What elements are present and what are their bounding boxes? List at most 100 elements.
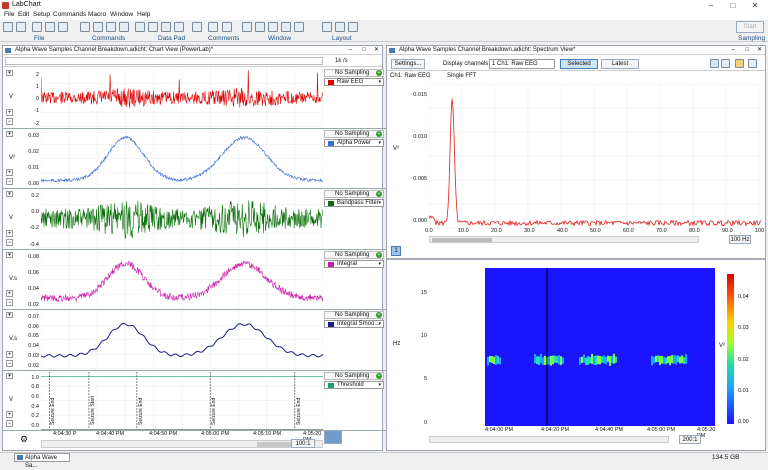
add-icon[interactable]: +: [376, 130, 382, 137]
add-icon[interactable]: +: [376, 251, 382, 258]
channel-select[interactable]: Alpha Power ▾: [324, 138, 384, 147]
menu-commands[interactable]: Commands: [53, 11, 86, 18]
datapad-add-icon[interactable]: [148, 22, 158, 32]
comment-label[interactable]: Seizure End: [138, 398, 144, 425]
channel-select[interactable]: Threshold ▾: [324, 380, 384, 389]
page-tab[interactable]: 1: [391, 246, 401, 256]
channel-select[interactable]: Raw EEG ▾: [324, 78, 384, 86]
chart-start-button[interactable]: [324, 430, 342, 444]
xy-window-icon[interactable]: [281, 22, 291, 32]
comment-label[interactable]: Seizure End: [211, 398, 217, 425]
channel-select[interactable]: Integral ▾: [324, 259, 384, 268]
export-icon[interactable]: [58, 22, 68, 32]
channel-select[interactable]: Bandpass Filter ▾: [324, 199, 384, 207]
spectrum-minimize-icon[interactable]: –: [732, 46, 735, 55]
channel-menu-icon[interactable]: ▾: [6, 130, 13, 137]
scale-down-icon[interactable]: −: [6, 117, 13, 125]
fft-scrollbar[interactable]: [429, 236, 699, 243]
comment-icon[interactable]: [208, 22, 218, 32]
scale-up-icon[interactable]: +: [6, 411, 13, 418]
zoom-ratio[interactable]: 100:1: [291, 439, 315, 448]
start-button[interactable]: Start: [736, 21, 764, 33]
add-icon[interactable]: +: [376, 372, 382, 379]
channel-pane-dropdown[interactable]: [5, 57, 323, 65]
command2-icon[interactable]: [119, 22, 129, 32]
pane-divider[interactable]: [387, 258, 765, 260]
add-icon[interactable]: +: [376, 70, 382, 76]
channel-plot[interactable]: [41, 129, 323, 188]
scale-down-icon[interactable]: −: [6, 359, 13, 367]
zoom-window-icon[interactable]: [268, 22, 278, 32]
sample-rate[interactable]: 1k /s: [335, 58, 348, 64]
spectrum-window-icon[interactable]: [294, 22, 304, 32]
save-icon[interactable]: [32, 22, 42, 32]
channel-plot[interactable]: [41, 311, 323, 369]
datapad-chart-icon[interactable]: [192, 22, 202, 32]
add-comment-icon[interactable]: [222, 22, 232, 32]
scale-down-icon[interactable]: −: [6, 299, 13, 306]
fft-plot[interactable]: [429, 84, 761, 229]
datapad-icon[interactable]: [135, 22, 145, 32]
fft-scroll-thumb[interactable]: [432, 238, 492, 242]
menu-window[interactable]: Window: [110, 11, 133, 18]
spectrum-close-icon[interactable]: ✕: [757, 46, 762, 55]
channel-select[interactable]: 1 Ch1: Raw EEG: [489, 59, 555, 69]
channel-plot[interactable]: [41, 69, 323, 127]
view-toggle-icon[interactable]: [710, 59, 719, 68]
datapad-multi-icon[interactable]: [161, 22, 171, 32]
menu-macro[interactable]: Macro: [88, 11, 106, 18]
channel-plot[interactable]: [41, 371, 323, 430]
datapad-grid-icon[interactable]: [174, 22, 184, 32]
chart-view-close-icon[interactable]: ✕: [374, 46, 379, 55]
comment-label[interactable]: Seizure End: [296, 398, 302, 425]
chart-window-icon[interactable]: [242, 22, 252, 32]
channel-select[interactable]: Integral Smoo... ▾: [324, 320, 384, 328]
view-split-icon[interactable]: [721, 59, 730, 68]
latest-button[interactable]: Latest: [601, 59, 639, 69]
channel-menu-icon[interactable]: ▾: [6, 372, 13, 379]
new-file-icon[interactable]: [3, 22, 13, 32]
taskbar-item[interactable]: Alpha Wave Sa...: [14, 453, 70, 469]
menu-help[interactable]: Help: [137, 11, 150, 18]
layout-grid-icon[interactable]: [322, 22, 332, 32]
channel-menu-icon[interactable]: ▾: [6, 70, 13, 76]
macro-icon[interactable]: [93, 22, 103, 32]
scale-up-icon[interactable]: +: [6, 169, 13, 176]
layout-split-icon[interactable]: [335, 22, 345, 32]
menu-setup[interactable]: Setup: [33, 11, 50, 18]
channel-menu-icon[interactable]: ▾: [6, 251, 13, 258]
menu-file[interactable]: File: [4, 11, 14, 18]
channel-plot[interactable]: [41, 250, 323, 309]
layout-add-icon[interactable]: [348, 22, 358, 32]
binoculars-icon[interactable]: [80, 22, 90, 32]
channel-menu-icon[interactable]: ▾: [6, 191, 13, 197]
scale-down-icon[interactable]: −: [6, 238, 13, 246]
scale-down-icon[interactable]: −: [6, 178, 13, 185]
settings-button[interactable]: Settings...: [391, 59, 425, 69]
scale-down-icon[interactable]: −: [6, 420, 13, 427]
open-file-icon[interactable]: [16, 22, 26, 32]
chart-view-maximize-icon[interactable]: □: [362, 46, 366, 55]
minimize-icon[interactable]: –: [702, 0, 720, 11]
scale-up-icon[interactable]: +: [6, 108, 13, 116]
comment-label[interactable]: Seizure End: [50, 398, 56, 425]
spectrogram-scrollbar[interactable]: [429, 436, 669, 443]
channel-plot[interactable]: [41, 190, 323, 248]
selected-button[interactable]: Selected: [560, 59, 598, 69]
range-label[interactable]: 100 Hz: [729, 235, 751, 244]
scale-up-icon[interactable]: +: [6, 290, 13, 297]
add-icon[interactable]: +: [376, 191, 382, 197]
scale-up-icon[interactable]: +: [6, 350, 13, 358]
chart-scrollbar[interactable]: [41, 440, 323, 448]
spectrogram-plot[interactable]: [429, 268, 719, 426]
comment-label[interactable]: Seizure Start: [90, 396, 96, 425]
print-icon[interactable]: [45, 22, 55, 32]
chart-view-minimize-icon[interactable]: –: [349, 46, 352, 55]
open-folder-icon[interactable]: [735, 59, 744, 68]
command-icon[interactable]: [106, 22, 116, 32]
options-icon[interactable]: [748, 59, 757, 68]
channel-menu-icon[interactable]: ▾: [6, 312, 13, 318]
add-icon[interactable]: +: [376, 312, 382, 318]
close-icon[interactable]: ✕: [746, 0, 764, 11]
spectrogram-zoom[interactable]: 200:1: [679, 435, 701, 444]
